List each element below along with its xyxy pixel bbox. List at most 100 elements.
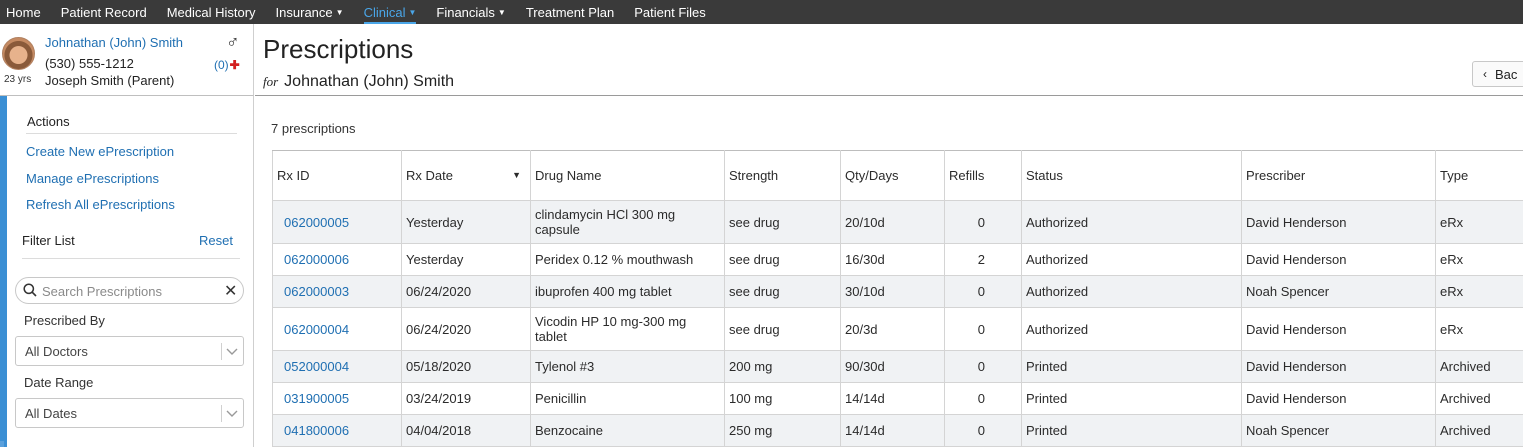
nav-home-label: Home <box>6 4 41 20</box>
qty-days-cell: 14/14d <box>840 382 945 415</box>
refresh-eprescriptions-link[interactable]: Refresh All ePrescriptions <box>26 197 175 212</box>
collapse-handle[interactable] <box>0 441 4 447</box>
rx-id-link[interactable]: 062000006 <box>272 243 402 276</box>
chevron-down-icon <box>226 348 238 355</box>
nav-clinical[interactable]: Clinical ▼ <box>363 5 416 24</box>
create-eprescription-link[interactable]: Create New ePrescription <box>26 144 174 159</box>
drug-name-cell: ibuprofen 400 mg tablet <box>530 275 725 308</box>
rx-id-link[interactable]: 062000004 <box>272 307 402 351</box>
nav-medical-history[interactable]: Medical History <box>167 5 256 20</box>
select-divider <box>221 405 222 422</box>
medical-alert-icon: ✚ <box>229 58 240 72</box>
prescriber-cell: David Henderson <box>1241 350 1436 383</box>
column-header-label: Prescriber <box>1246 168 1306 183</box>
column-header-label: Rx Date <box>406 168 453 183</box>
prescribed-by-value: All Doctors <box>25 344 88 359</box>
nav-patient-record[interactable]: Patient Record <box>61 5 147 20</box>
patient-parent: Joseph Smith (Parent) <box>45 73 175 88</box>
nav-patient-files-label: Patient Files <box>634 4 706 20</box>
rx-id-link[interactable]: 062000003 <box>272 275 402 308</box>
column-header-drug-name[interactable]: Drug Name <box>530 150 725 201</box>
table-row[interactable]: 052000004 05/18/2020 Tylenol #3 200 mg 9… <box>272 350 1523 383</box>
column-header-rx-id[interactable]: Rx ID <box>272 150 402 201</box>
column-header-refills[interactable]: Refills <box>944 150 1022 201</box>
type-cell: Archived <box>1435 414 1523 447</box>
back-button-label: Bac <box>1495 66 1518 82</box>
filter-list-heading: Filter List <box>22 233 75 248</box>
search-box: ✕ <box>15 277 244 304</box>
alert-count: (0) <box>214 58 229 72</box>
clear-search-icon[interactable]: ✕ <box>224 281 237 301</box>
table-row[interactable]: 062000004 06/24/2020 Vicodin HP 10 mg-30… <box>272 307 1523 351</box>
table-row[interactable]: 062000006 Yesterday Peridex 0.12 % mouth… <box>272 243 1523 276</box>
prescribed-by-select[interactable]: All Doctors <box>15 336 244 366</box>
page-subtitle: for Johnathan (John) Smith <box>263 73 454 91</box>
status-cell: Printed <box>1021 350 1242 383</box>
rx-id-link[interactable]: 052000004 <box>272 350 402 383</box>
prescriber-cell: Noah Spencer <box>1241 275 1436 308</box>
rx-id-link[interactable]: 041800006 <box>272 414 402 447</box>
column-header-prescriber[interactable]: Prescriber <box>1241 150 1436 201</box>
nav-insurance[interactable]: Insurance ▼ <box>276 5 344 20</box>
table-row[interactable]: 062000003 06/24/2020 ibuprofen 400 mg ta… <box>272 275 1523 308</box>
rx-date-cell: 06/24/2020 <box>401 307 531 351</box>
column-header-rx-date[interactable]: Rx Date ▼ <box>401 150 531 201</box>
rx-id-link[interactable]: 062000005 <box>272 200 402 244</box>
reset-filters-link[interactable]: Reset <box>199 233 233 248</box>
column-header-strength[interactable]: Strength <box>724 150 841 201</box>
type-cell: eRx <box>1435 307 1523 351</box>
prescriber-cell: David Henderson <box>1241 382 1436 415</box>
strength-cell: see drug <box>724 200 841 244</box>
divider <box>26 133 237 134</box>
subtitle-patient-name: Johnathan (John) Smith <box>284 73 455 90</box>
strength-cell: 100 mg <box>724 382 841 415</box>
refills-cell: 0 <box>944 414 1022 447</box>
manage-eprescriptions-link[interactable]: Manage ePrescriptions <box>26 171 159 186</box>
rx-date-cell: 05/18/2020 <box>401 350 531 383</box>
column-header-label: Drug Name <box>535 168 602 183</box>
nav-home[interactable]: Home <box>6 5 41 20</box>
nav-treatment-plan-label: Treatment Plan <box>525 4 615 20</box>
refills-cell: 0 <box>944 200 1022 244</box>
table-row[interactable]: 041800006 04/04/2018 Benzocaine 250 mg 1… <box>272 414 1523 447</box>
nav-patient-files[interactable]: Patient Files <box>634 5 706 20</box>
column-header-label: Qty/Days <box>845 168 899 183</box>
table-row[interactable]: 062000005 Yesterday clindamycin HCl 300 … <box>272 200 1523 244</box>
back-button[interactable]: ‹ Bac <box>1472 61 1523 87</box>
type-cell: eRx <box>1435 243 1523 276</box>
drug-name-cell: Benzocaine <box>530 414 725 447</box>
prescriber-cell: Noah Spencer <box>1241 414 1436 447</box>
status-cell: Authorized <box>1021 307 1242 351</box>
table-row[interactable]: 031900005 03/24/2019 Penicillin 100 mg 1… <box>272 382 1523 415</box>
type-cell: Archived <box>1435 382 1523 415</box>
subtitle-for: for <box>263 74 279 89</box>
chevron-down-icon <box>226 410 238 417</box>
date-range-select[interactable]: All Dates <box>15 398 244 428</box>
header-divider <box>255 95 1523 96</box>
patient-name-link[interactable]: Johnathan (John) Smith <box>45 35 183 50</box>
column-header-type[interactable]: Type <box>1435 150 1523 201</box>
nav-patient-record-label: Patient Record <box>60 4 147 20</box>
nav-treatment-plan[interactable]: Treatment Plan <box>526 5 614 20</box>
rx-date-cell: 06/24/2020 <box>401 275 531 308</box>
avatar[interactable] <box>2 37 35 70</box>
medical-alert-link[interactable]: (0)✚ <box>214 58 240 72</box>
drug-name-cell: Vicodin HP 10 mg-300 mg tablet <box>530 307 725 351</box>
refills-cell: 0 <box>944 350 1022 383</box>
refills-cell: 2 <box>944 243 1022 276</box>
rx-date-cell: Yesterday <box>401 200 531 244</box>
patient-age: 23 yrs <box>4 74 32 85</box>
status-cell: Printed <box>1021 414 1242 447</box>
column-header-qty-days[interactable]: Qty/Days <box>840 150 945 201</box>
search-icon <box>23 283 37 297</box>
search-input[interactable] <box>42 282 222 300</box>
chevron-left-icon: ‹ <box>1483 67 1487 81</box>
main-content: Prescriptions for Johnathan (John) Smith … <box>255 24 1523 447</box>
rx-date-cell: 03/24/2019 <box>401 382 531 415</box>
divider <box>22 258 240 259</box>
rx-id-link[interactable]: 031900005 <box>272 382 402 415</box>
qty-days-cell: 90/30d <box>840 350 945 383</box>
prescriber-cell: David Henderson <box>1241 200 1436 244</box>
nav-financials[interactable]: Financials ▼ <box>436 5 505 20</box>
column-header-status[interactable]: Status <box>1021 150 1242 201</box>
